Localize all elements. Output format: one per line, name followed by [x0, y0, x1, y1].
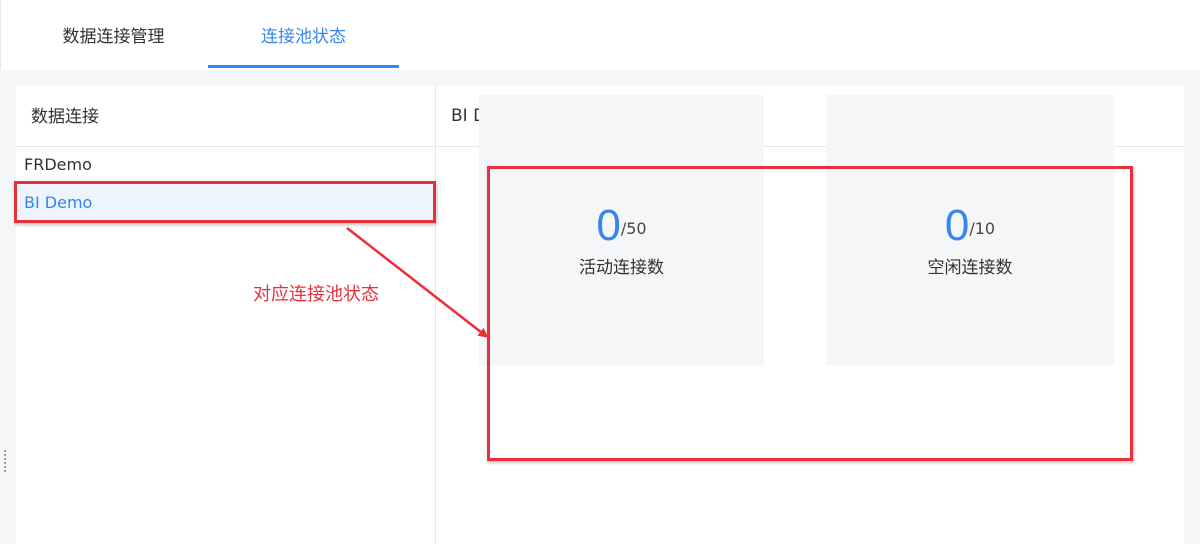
drag-handle[interactable]	[4, 450, 10, 472]
idle-connections-label: 空闲连接数	[927, 258, 1013, 278]
connection-item-frdemo[interactable]: FRDemo	[16, 146, 436, 184]
active-connections-count: 0	[596, 201, 621, 250]
idle-connections-value: 0/10	[826, 203, 1114, 249]
tab-data-connection-management[interactable]: 数据连接管理	[21, 0, 206, 70]
active-connections-label: 活动连接数	[579, 258, 664, 278]
tab-connection-pool-status[interactable]: 连接池状态	[208, 0, 399, 70]
tab-bar: 数据连接管理 连接池状态	[0, 0, 1200, 70]
idle-connections-count: 0	[944, 201, 970, 250]
connection-list: 数据连接 FRDemo BI Demo	[16, 86, 436, 544]
active-connections-value: 0/50	[479, 203, 764, 249]
idle-connections-max: /10	[969, 219, 996, 238]
active-connections-max: /50	[620, 219, 647, 238]
connection-list-header: 数据连接	[16, 86, 435, 147]
idle-connections-card: 0/10 空闲连接数	[826, 95, 1114, 365]
active-connections-card: 0/50 活动连接数	[479, 95, 764, 365]
connection-item-bi-demo[interactable]: BI Demo	[16, 184, 436, 222]
annotation-label: 对应连接池状态	[253, 284, 379, 305]
